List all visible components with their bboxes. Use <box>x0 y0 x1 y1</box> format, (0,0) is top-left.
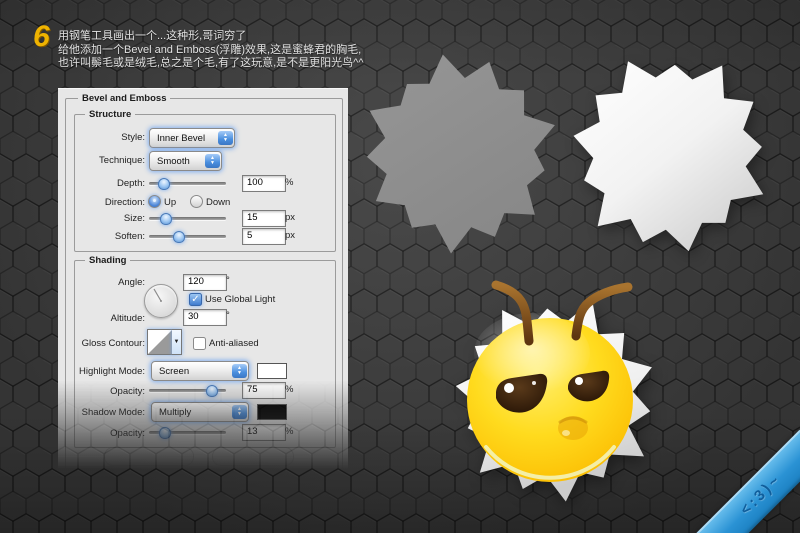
soften-input[interactable]: 5 <box>242 228 286 245</box>
layer-style-panel: Bevel and Emboss Structure Style: Inner … <box>58 88 348 473</box>
size-unit: px <box>285 212 295 223</box>
bee-right-eye-highlight <box>575 377 583 385</box>
style-label: Style: <box>121 132 145 143</box>
shadow-opacity-unit: % <box>285 426 293 437</box>
anti-aliased-checkbox[interactable] <box>193 337 206 350</box>
highlight-mode-label: Highlight Mode: <box>79 366 145 377</box>
altitude-unit: ° <box>226 310 230 321</box>
tutorial-canvas: 6 用钢笔工具画出一个...这种形,哥词穷了 给他添加一个Bevel and E… <box>0 0 800 533</box>
shading-legend: Shading <box>85 255 130 266</box>
popup-stepper-icon: ▲▼ <box>232 364 247 378</box>
gloss-contour-thumbnail[interactable] <box>147 329 173 355</box>
size-input[interactable]: 15 <box>242 210 286 227</box>
depth-slider[interactable] <box>149 178 226 189</box>
shadow-opacity-slider[interactable] <box>149 427 226 438</box>
technique-label: Technique: <box>99 155 145 166</box>
group-title: Bevel and Emboss <box>78 93 170 104</box>
altitude-input[interactable]: 30 <box>183 309 227 326</box>
size-slider[interactable] <box>149 213 226 224</box>
gray-star-shape <box>367 55 555 254</box>
ghost-button[interactable] <box>104 447 194 466</box>
highlight-mode-select[interactable]: Screen ▲▼ <box>151 361 249 381</box>
angle-unit: ° <box>226 275 230 286</box>
direction-up-label: Up <box>164 197 176 208</box>
popup-stepper-icon: ▲▼ <box>218 131 233 145</box>
slider-track <box>149 235 226 238</box>
slider-thumb[interactable] <box>160 213 172 225</box>
shadow-opacity-label: Opacity: <box>110 428 145 439</box>
direction-up-radio[interactable] <box>148 195 161 208</box>
angle-label: Angle: <box>118 277 145 288</box>
shadow-mode-label: Shadow Mode: <box>82 407 145 418</box>
ghost-button[interactable] <box>212 447 294 466</box>
slider-thumb[interactable] <box>173 231 185 243</box>
angle-dial[interactable] <box>144 284 178 318</box>
popup-stepper-icon: ▲▼ <box>205 154 220 168</box>
direction-label: Direction: <box>105 197 145 208</box>
highlight-opacity-label: Opacity: <box>110 386 145 397</box>
style-select[interactable]: Inner Bevel ▲▼ <box>149 128 235 148</box>
highlight-opacity-input[interactable]: 75 <box>242 382 286 399</box>
size-label: Size: <box>124 213 145 224</box>
technique-value: Smooth <box>150 156 205 167</box>
highlight-mode-value: Screen <box>152 366 232 377</box>
gloss-contour-arrow-icon[interactable]: ▼ <box>172 329 182 355</box>
slider-thumb[interactable] <box>159 427 171 439</box>
soften-label: Soften: <box>115 231 145 242</box>
bee-nose-glint <box>562 430 570 436</box>
structure-legend: Structure <box>85 109 135 120</box>
gloss-contour-label: Gloss Contour: <box>82 338 145 349</box>
soften-unit: px <box>285 230 295 241</box>
depth-unit: % <box>285 177 293 188</box>
anti-aliased-label: Anti-aliased <box>209 338 259 349</box>
bee-left-eye-sparkle <box>532 381 536 385</box>
style-value: Inner Bevel <box>150 133 218 144</box>
angle-input[interactable]: 120 <box>183 274 227 291</box>
slider-thumb[interactable] <box>206 385 218 397</box>
shadow-opacity-input[interactable]: 13 <box>242 424 286 441</box>
embossed-star-shape <box>574 61 764 251</box>
shadow-mode-select[interactable]: Multiply ▲▼ <box>151 402 249 422</box>
shadow-mode-value: Multiply <box>152 407 232 418</box>
direction-down-label: Down <box>206 197 230 208</box>
bee-left-eye-highlight <box>504 383 514 393</box>
use-global-light-label: Use Global Light <box>205 294 275 305</box>
highlight-color-swatch[interactable] <box>257 363 287 379</box>
depth-label: Depth: <box>117 178 145 189</box>
highlight-opacity-unit: % <box>285 384 293 395</box>
bee-illustration <box>456 285 652 502</box>
direction-down-radio[interactable] <box>190 195 203 208</box>
highlight-opacity-slider[interactable] <box>149 385 226 396</box>
use-global-light-checkbox[interactable]: ✓ <box>189 293 202 306</box>
popup-stepper-icon: ▲▼ <box>232 405 247 419</box>
soften-slider[interactable] <box>149 231 226 242</box>
technique-select[interactable]: Smooth ▲▼ <box>149 151 222 171</box>
depth-input[interactable]: 100 <box>242 175 286 192</box>
slider-thumb[interactable] <box>158 178 170 190</box>
altitude-label: Altitude: <box>111 313 145 324</box>
shadow-color-swatch[interactable] <box>257 404 287 420</box>
